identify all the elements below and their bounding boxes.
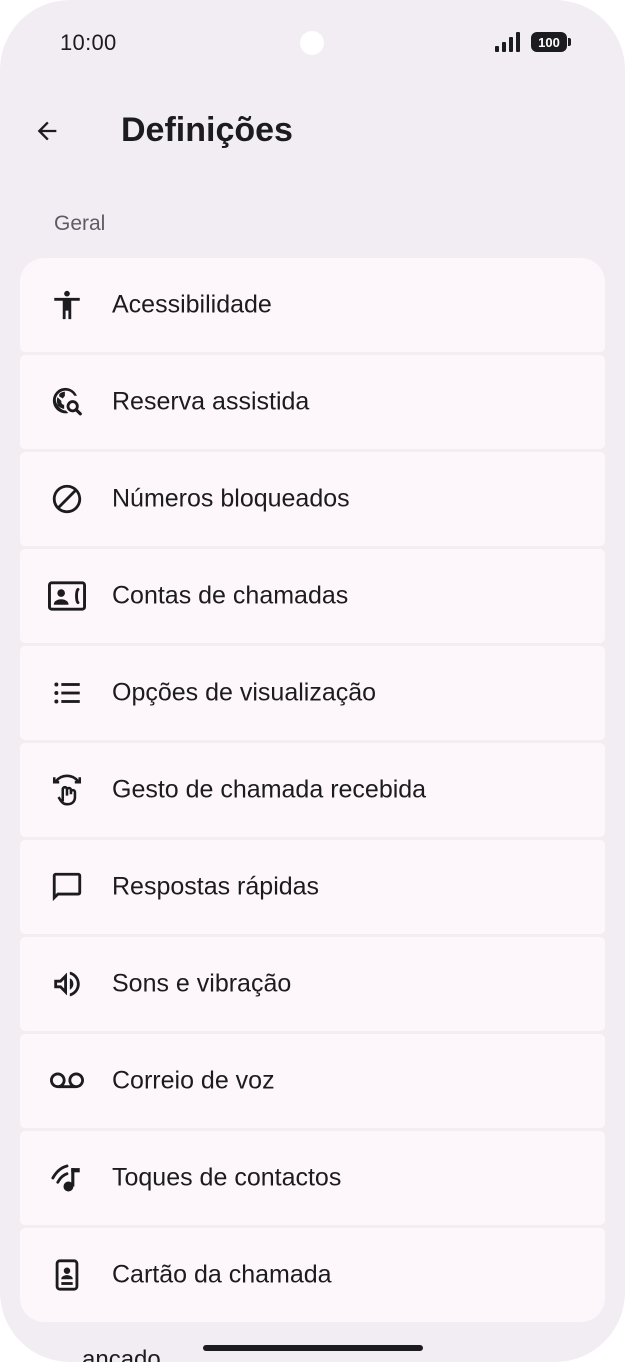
list-icon [48, 674, 86, 712]
settings-item-label: Toques de contactos [112, 1163, 342, 1192]
settings-item-sounds-vibration[interactable]: Sons e vibração [20, 937, 605, 1031]
settings-item-label: Opções de visualização [112, 678, 377, 707]
volume-icon [48, 965, 86, 1003]
home-indicator[interactable] [203, 1345, 423, 1351]
voicemail-icon [48, 1062, 86, 1100]
back-button[interactable] [22, 106, 72, 156]
section-header-general: Geral [54, 212, 106, 235]
arrow-back-icon [37, 121, 57, 141]
settings-item-blocked-numbers[interactable]: Números bloqueados [20, 452, 605, 546]
block-icon [48, 480, 86, 518]
settings-item-label: Reserva assistida [112, 387, 310, 416]
settings-item-label: Acessibilidade [112, 290, 272, 319]
settings-item-display-options[interactable]: Opções de visualização [20, 646, 605, 740]
swipe-gesture-icon [48, 771, 86, 809]
camera-cutout [300, 31, 324, 55]
status-time: 10:00 [60, 30, 117, 55]
ringtone-icon [48, 1159, 86, 1197]
settings-item-label: Gesto de chamada recebida [112, 775, 427, 804]
settings-item-accessibility[interactable]: Acessibilidade [20, 258, 605, 352]
settings-list: Acessibilidade Reserva assistida Números… [20, 258, 605, 1322]
battery-icon: 100 [531, 32, 571, 52]
settings-item-label: Contas de chamadas [112, 581, 349, 610]
settings-item-incoming-call-gesture[interactable]: Gesto de chamada recebida [20, 743, 605, 837]
settings-item-label: Números bloqueados [112, 484, 350, 513]
call-card-icon [48, 1256, 86, 1294]
settings-item-calling-accounts[interactable]: Contas de chamadas [20, 549, 605, 643]
status-bar: 10:00 100 [0, 0, 625, 86]
travel-explore-icon [48, 383, 86, 421]
settings-item-label: Sons e vibração [112, 969, 292, 998]
settings-item-voicemail[interactable]: Correio de voz [20, 1034, 605, 1128]
settings-item-contact-ringtones[interactable]: Toques de contactos [20, 1131, 605, 1225]
settings-item-label: Correio de voz [112, 1066, 275, 1095]
settings-item-quick-responses[interactable]: Respostas rápidas [20, 840, 605, 934]
settings-item-assisted-reservation[interactable]: Reserva assistida [20, 355, 605, 449]
signal-icon [495, 32, 521, 57]
page-title: Definições [121, 111, 293, 149]
partially-visible-text: ancado [82, 1346, 161, 1362]
settings-item-label: Cartão da chamada [112, 1260, 332, 1289]
settings-item-label: Respostas rápidas [112, 872, 320, 901]
settings-item-call-card[interactable]: Cartão da chamada [20, 1228, 605, 1322]
contact-phone-icon [48, 577, 86, 615]
phone-screen: 10:00 100 Definições Geral Acessibilidad… [0, 0, 625, 1362]
accessibility-icon [48, 286, 86, 324]
chat-bubble-icon [48, 868, 86, 906]
